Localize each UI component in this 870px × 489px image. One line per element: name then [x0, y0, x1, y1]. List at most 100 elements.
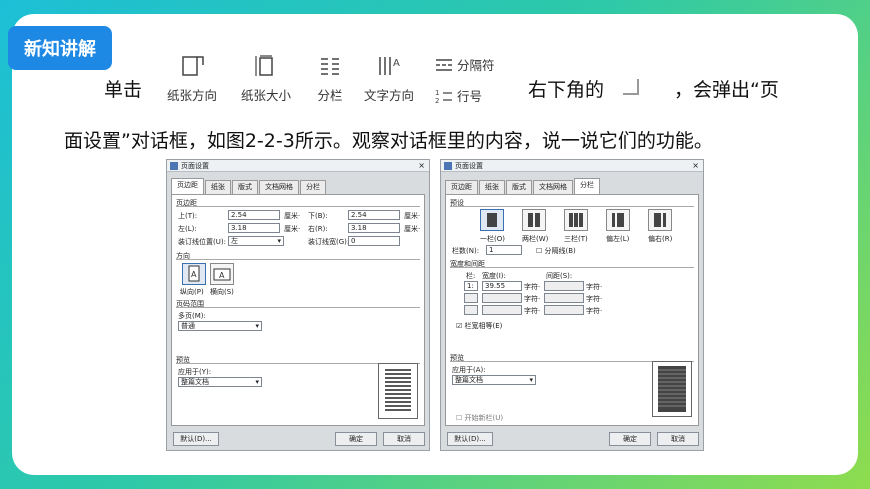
- gutter-position-label: 装订线位置(U):: [178, 238, 226, 246]
- close-button[interactable]: ×: [418, 160, 425, 172]
- landscape-label: 横向(S): [210, 288, 234, 296]
- page-setup-dialog-columns: 页面设置 × 页边距 纸张 版式 文档网格 分栏 预设 一栏(O) 两栏(W) 三…: [440, 159, 704, 451]
- paper-size-label: 纸张大小: [240, 88, 291, 103]
- tab-paper[interactable]: 纸张: [205, 180, 231, 194]
- three-columns-option[interactable]: [564, 209, 588, 231]
- default-button[interactable]: 默认(D)...: [173, 432, 219, 446]
- portrait-option[interactable]: A: [182, 263, 206, 285]
- apply-to-select[interactable]: 整篇文档: [452, 375, 536, 385]
- paper-size-icon: [255, 55, 273, 76]
- spacing-input[interactable]: [544, 281, 584, 291]
- breaks-button[interactable]: 分隔符: [434, 55, 495, 74]
- tab-margins[interactable]: 页边距: [445, 180, 478, 194]
- preview-lines-icon: [658, 366, 686, 412]
- left-label: 左(L):: [178, 225, 197, 233]
- tab-doc-grid[interactable]: 文档网格: [259, 180, 299, 194]
- width-input[interactable]: [482, 293, 522, 303]
- left-margin-input[interactable]: 3.18: [228, 223, 280, 233]
- paper-direction-label: 纸张方向: [166, 88, 217, 103]
- text-direction-label: 文字方向: [363, 88, 414, 103]
- two-columns-label: 两栏(W): [522, 235, 549, 243]
- right-column-icon: [654, 213, 666, 227]
- spacing-input[interactable]: [544, 293, 584, 303]
- right-margin-input[interactable]: 3.18: [348, 223, 400, 233]
- spacing-input[interactable]: [544, 305, 584, 315]
- apply-to-select[interactable]: 整篇文档: [178, 377, 262, 387]
- num-columns-input[interactable]: 1: [486, 245, 522, 255]
- two-columns-option[interactable]: [522, 209, 546, 231]
- svg-text:2: 2: [435, 97, 439, 104]
- three-columns-label: 三栏(T): [564, 235, 588, 243]
- tab-columns[interactable]: 分栏: [300, 180, 326, 194]
- three-columns-icon: [569, 213, 583, 227]
- text-direction-button[interactable]: A 文字方向: [358, 53, 420, 111]
- top-margin-input[interactable]: 2.54: [228, 210, 280, 220]
- portrait-label: 纵向(P): [180, 288, 204, 296]
- tab-layout[interactable]: 版式: [506, 180, 532, 194]
- line-numbers-icon: 12: [435, 89, 452, 104]
- paper-direction-icon: [182, 56, 204, 76]
- cancel-button[interactable]: 取消: [383, 432, 425, 446]
- line-numbers-button[interactable]: 12 行号: [434, 86, 482, 105]
- landscape-option[interactable]: A: [210, 263, 234, 285]
- one-column-label: 一栏(O): [480, 235, 505, 243]
- tab-columns[interactable]: 分栏: [574, 178, 600, 194]
- columns-button[interactable]: 分栏: [310, 53, 350, 111]
- left-column-label: 偏左(L): [606, 235, 630, 243]
- width-label: 宽度(I):: [482, 272, 506, 280]
- right-column-option[interactable]: [648, 209, 672, 231]
- two-columns-icon: [528, 213, 540, 227]
- page-preview: [652, 361, 692, 417]
- width-input[interactable]: 39.55: [482, 281, 522, 291]
- breaks-icon: [436, 58, 452, 71]
- dialog-titlebar: 页面设置 ×: [167, 160, 429, 172]
- bottom-label: 下(B):: [308, 212, 328, 220]
- dialog-launcher-icon: [623, 79, 639, 95]
- tab-layout[interactable]: 版式: [232, 180, 258, 194]
- left-column-option[interactable]: [606, 209, 630, 231]
- separator-checkbox[interactable]: ☐ 分隔线(B): [536, 246, 576, 256]
- apply-to-label: 应用于(Y):: [178, 368, 212, 376]
- svg-text:A: A: [393, 58, 400, 69]
- column-index: [464, 293, 478, 303]
- default-button[interactable]: 默认(D)...: [447, 432, 493, 446]
- column-index: [464, 305, 478, 315]
- svg-text:1: 1: [435, 89, 439, 97]
- one-column-icon: [487, 213, 497, 227]
- new-column-label: 开始新栏(U): [464, 414, 504, 422]
- close-button[interactable]: ×: [692, 160, 699, 172]
- gutter-input[interactable]: 0: [348, 236, 400, 246]
- left-column-icon: [612, 213, 624, 227]
- multi-page-label: 多页(M):: [178, 312, 206, 320]
- page-preview: [378, 363, 418, 419]
- gutter-label: 装订线宽(G):: [308, 238, 350, 246]
- ok-button[interactable]: 确定: [609, 432, 651, 446]
- breaks-label: 分隔符: [457, 58, 495, 73]
- tab-doc-grid[interactable]: 文档网格: [533, 180, 573, 194]
- ok-button[interactable]: 确定: [335, 432, 377, 446]
- unit-label: 厘米·: [284, 212, 301, 220]
- gutter-position-select[interactable]: 左: [228, 236, 284, 246]
- width-input[interactable]: [482, 305, 522, 315]
- multi-page-select[interactable]: 普通: [178, 321, 262, 331]
- unit-label: 厘米·: [284, 225, 301, 233]
- tab-margins[interactable]: 页边距: [171, 178, 204, 194]
- num-columns-label: 栏数(N):: [452, 247, 480, 255]
- equal-width-checkbox[interactable]: ☑ 栏宽相等(E): [456, 321, 502, 331]
- new-column-checkbox[interactable]: ☐ 开始新栏(U): [456, 413, 503, 423]
- dialog-titlebar: 页面设置 ×: [441, 160, 703, 172]
- tab-paper[interactable]: 纸张: [479, 180, 505, 194]
- unit-label: 厘米·: [404, 212, 421, 220]
- one-column-option[interactable]: [480, 209, 504, 231]
- preview-lines-icon: [385, 369, 411, 411]
- bottom-margin-input[interactable]: 2.54: [348, 210, 400, 220]
- unit-label: 字符·: [524, 283, 541, 291]
- page-setup-dialog-margins: 页面设置 × 页边距 纸张 版式 文档网格 分栏 页边距 上(T): 2.54 厘…: [166, 159, 430, 451]
- paper-size-button[interactable]: 纸张大小: [236, 53, 296, 111]
- cancel-button[interactable]: 取消: [657, 432, 699, 446]
- unit-label: 字符·: [524, 295, 541, 303]
- section-tag: 新知讲解: [8, 26, 112, 70]
- paper-direction-button[interactable]: 纸张方向: [162, 53, 222, 111]
- apply-to-label: 应用于(A):: [452, 366, 486, 374]
- unit-label: 字符·: [524, 307, 541, 315]
